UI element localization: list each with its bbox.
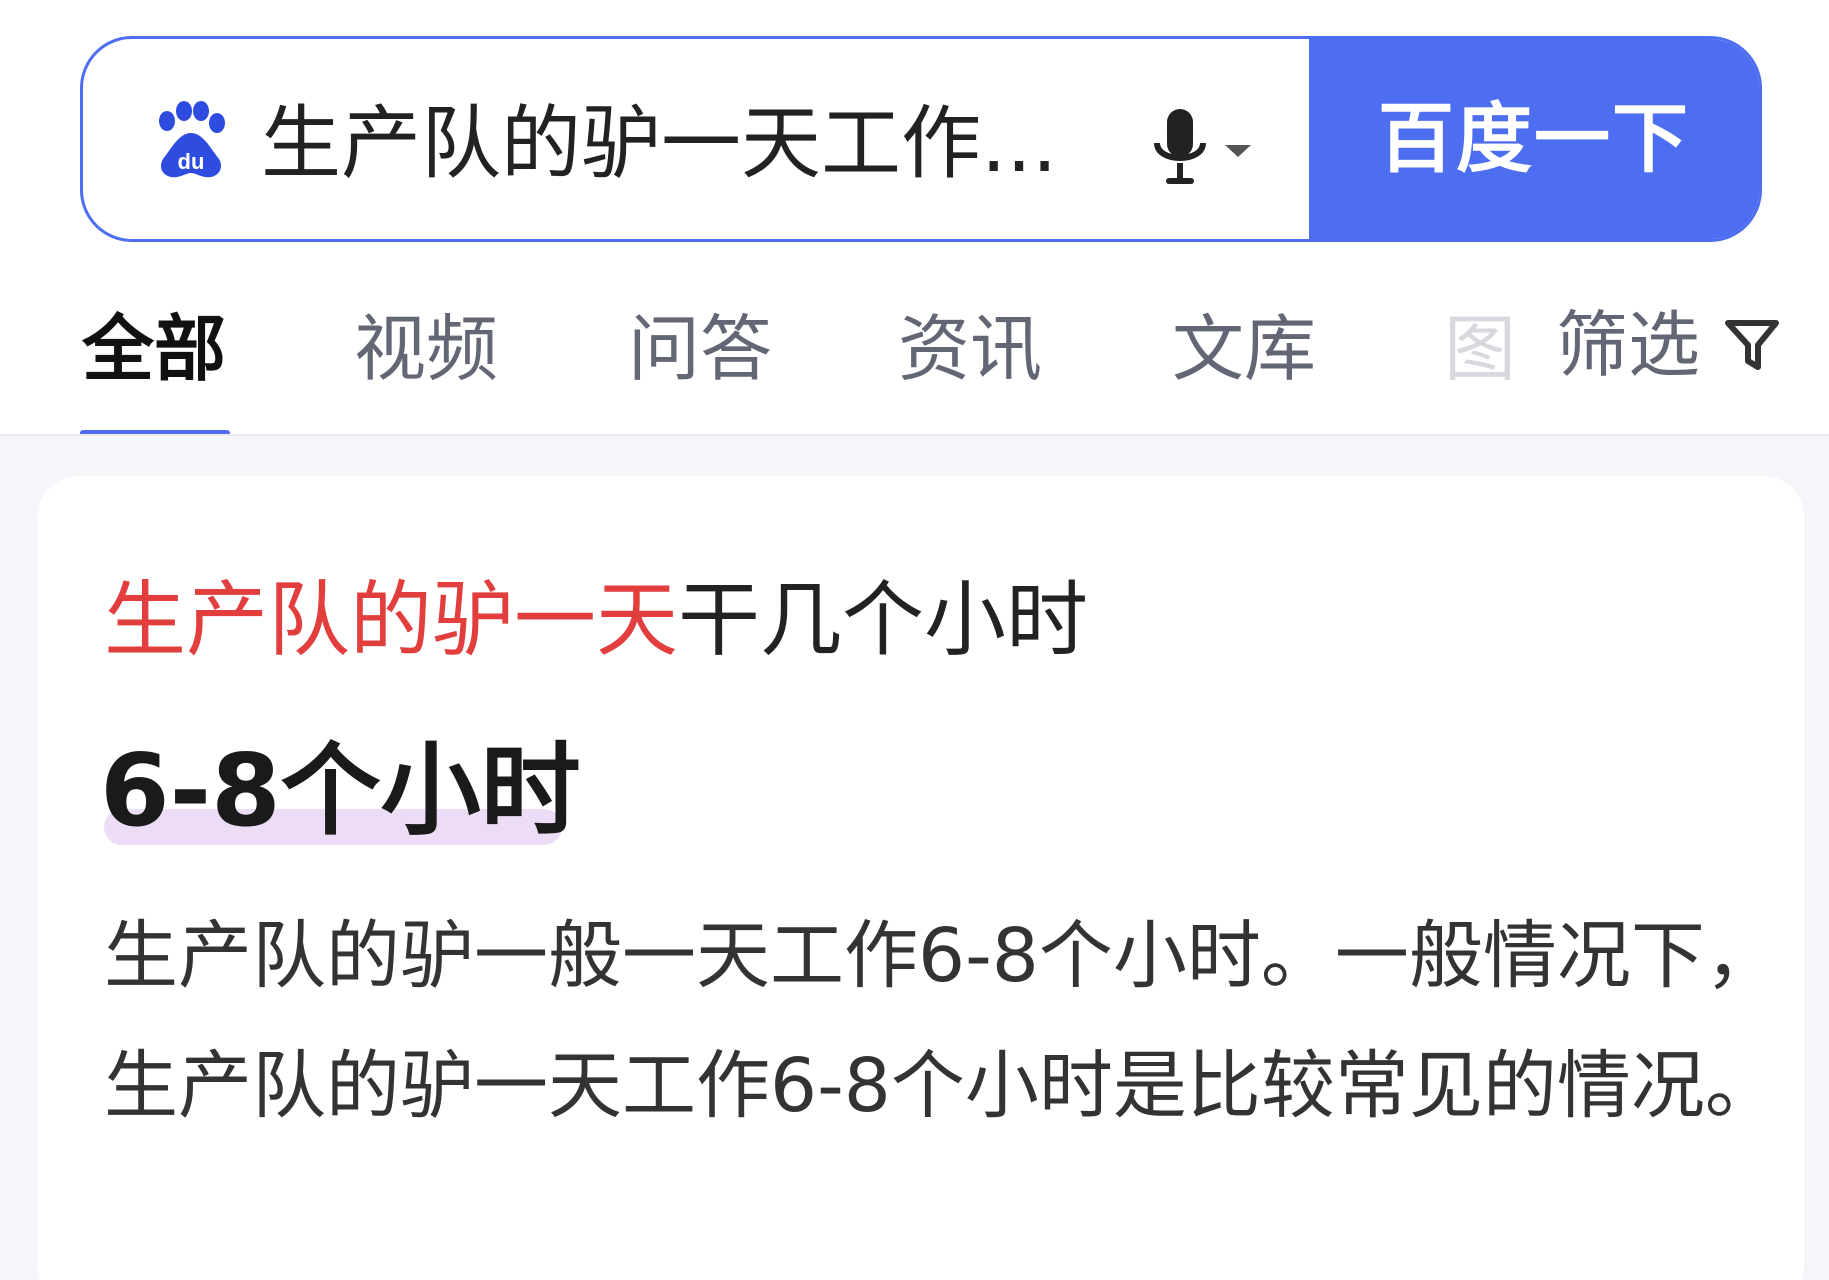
search-input[interactable]: 生产队的驴一天工作... bbox=[261, 99, 1191, 189]
funnel-icon bbox=[1725, 320, 1780, 370]
divider bbox=[0, 434, 1829, 436]
filter-button[interactable]: 筛选 bbox=[1556, 300, 1782, 390]
tab-video[interactable]: 视频 bbox=[354, 304, 498, 394]
title-rest: 干几个小时 bbox=[678, 573, 1089, 668]
search-box[interactable]: du 生产队的驴一天工作... 百度一下 bbox=[80, 36, 1762, 242]
tab-all[interactable]: 全部 bbox=[82, 304, 226, 394]
search-tabs: 全部 视频 问答 资讯 文库 图 筛选 bbox=[0, 280, 1829, 436]
result-card[interactable]: 生产队的驴一天干几个小时 6-8个小时 生产队的驴一般一天工作6-8个小时。一般… bbox=[38, 476, 1804, 1280]
search-button[interactable]: 百度一下 bbox=[1309, 39, 1759, 239]
svg-text:du: du bbox=[178, 149, 205, 174]
filter-label: 筛选 bbox=[1556, 303, 1701, 387]
tab-library[interactable]: 文库 bbox=[1172, 304, 1316, 394]
result-title[interactable]: 生产队的驴一天干几个小时 bbox=[104, 566, 1088, 676]
search-results-page: du 生产队的驴一天工作... 百度一下 全部 视频 问答 资讯 文库 图 筛选 bbox=[0, 0, 1829, 1280]
tab-qa[interactable]: 问答 bbox=[628, 304, 772, 394]
title-highlight: 生产队的驴一天 bbox=[104, 573, 679, 668]
tab-images[interactable]: 图 bbox=[1444, 304, 1514, 394]
tab-news[interactable]: 资讯 bbox=[898, 304, 1042, 394]
result-abstract: 生产队的驴一般一天工作6-8个小时。一般情况下，生产队的驴一天工作6-8个小时是… bbox=[104, 913, 1779, 1129]
baidu-paw-icon: du bbox=[159, 101, 225, 178]
microphone-icon[interactable] bbox=[1145, 107, 1255, 207]
caret-down-icon bbox=[1225, 145, 1251, 157]
answer-block: 6-8个小时 bbox=[100, 731, 581, 861]
answer-text: 6-8个小时 bbox=[100, 732, 581, 849]
